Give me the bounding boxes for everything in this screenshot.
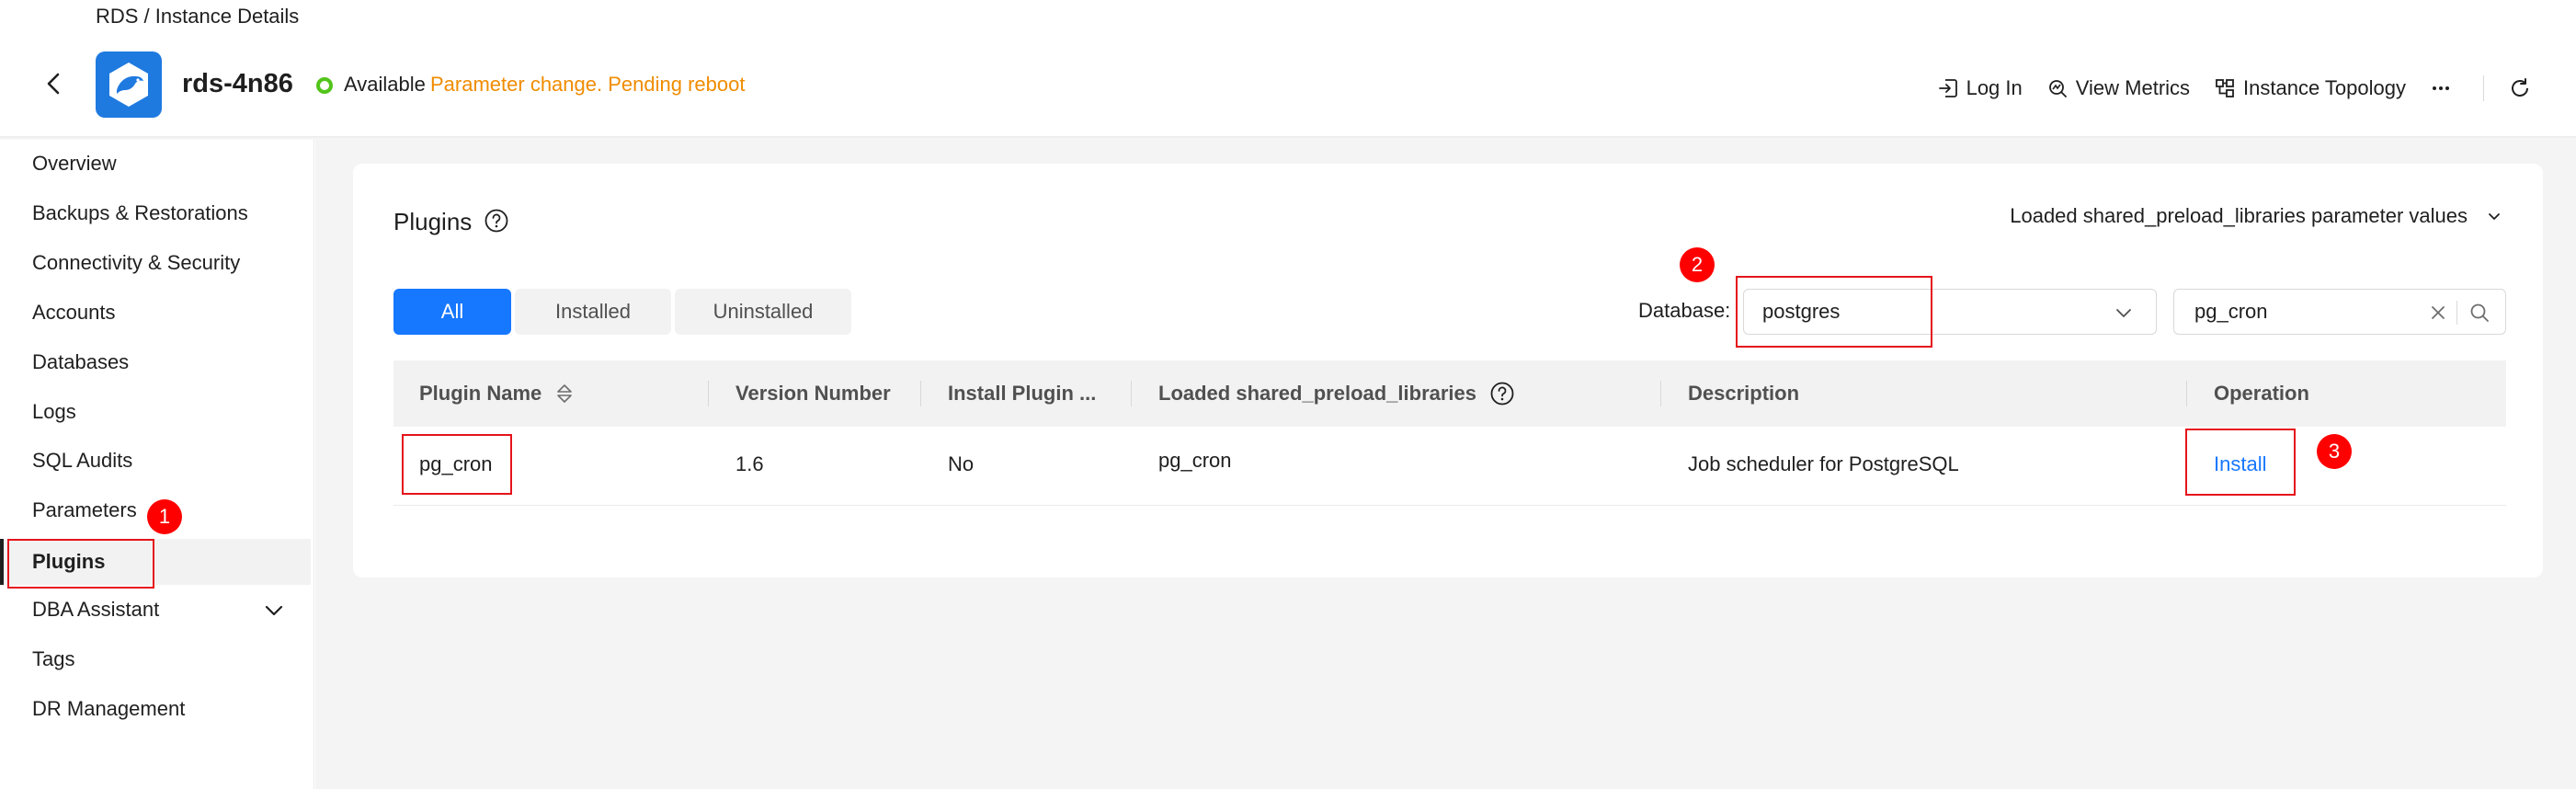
login-button[interactable]: Log In <box>1937 76 2023 100</box>
topology-icon <box>2216 79 2234 97</box>
search-value: pg_cron <box>2194 300 2268 323</box>
page-title: Plugins <box>393 208 473 235</box>
column-divider <box>708 381 709 406</box>
database-label: Database: <box>1638 299 1731 322</box>
shared-preload-dropdown[interactable]: Loaded shared_preload_libraries paramete… <box>2010 204 2502 228</box>
sidebar-item-connectivity[interactable]: Connectivity & Security <box>0 240 311 286</box>
instance-name: rds-4n86 <box>182 69 293 98</box>
annotation-box-install <box>2185 429 2296 496</box>
status-warning: Parameter change. Pending reboot <box>430 73 746 96</box>
install-plugin-cell: No <box>948 452 975 475</box>
sidebar-item-label: Parameters <box>32 498 137 521</box>
column-divider <box>1131 381 1132 406</box>
more-icon <box>2433 86 2449 90</box>
column-divider <box>2186 381 2187 406</box>
chevron-down-icon[interactable] <box>263 600 285 622</box>
col-loaded-libraries: Loaded shared_preload_libraries <box>1158 360 1515 427</box>
tab-all[interactable]: All <box>393 289 511 335</box>
search-divider <box>2456 301 2457 325</box>
help-icon[interactable] <box>484 208 509 234</box>
column-divider <box>920 381 921 406</box>
col-label: Plugin Name <box>419 382 542 405</box>
view-metrics-label: View Metrics <box>2075 76 2191 99</box>
annotation-badge-2: 2 <box>1680 247 1715 282</box>
sidebar-item-accounts[interactable]: Accounts <box>0 290 311 336</box>
refresh-button[interactable] <box>2508 76 2539 100</box>
col-operation: Operation <box>2214 382 2309 405</box>
sidebar-item-label: Backups & Restorations <box>32 201 248 224</box>
tab-installed[interactable]: Installed <box>515 289 671 335</box>
filter-tabs: All Installed Uninstalled <box>393 289 855 335</box>
sidebar-item-sql-audits[interactable]: SQL Audits <box>0 438 311 484</box>
header-divider <box>2483 75 2484 101</box>
annotation-box-database <box>1736 276 1932 348</box>
sidebar-item-label: SQL Audits <box>32 449 133 472</box>
instance-topology-label: Instance Topology <box>2243 76 2406 99</box>
sidebar-item-label: Overview <box>32 152 117 175</box>
login-icon <box>1938 79 1957 97</box>
header-actions: Log In View Metrics Instance Topology <box>1913 75 2539 101</box>
annotation-badge-3: 3 <box>2317 434 2352 469</box>
chevron-down-icon <box>2489 213 2500 220</box>
login-label: Log In <box>1966 76 2023 99</box>
rds-logo-icon <box>96 51 162 118</box>
table-header: Plugin Name Version Number Install Plugi… <box>393 360 2506 427</box>
sidebar: Overview Backups & Restorations Connecti… <box>0 140 314 789</box>
sidebar-item-label: Tags <box>32 647 75 670</box>
sidebar-item-label: Accounts <box>32 301 116 324</box>
sidebar-item-logs[interactable]: Logs <box>0 389 311 435</box>
view-metrics-button[interactable]: View Metrics <box>2046 76 2190 100</box>
status-ok-icon <box>316 77 333 94</box>
sidebar-item-label: Connectivity & Security <box>32 251 241 274</box>
status-text: Available <box>344 73 426 96</box>
col-label: Loaded shared_preload_libraries <box>1158 382 1477 405</box>
sidebar-item-label: Logs <box>32 400 76 423</box>
shared-preload-label: Loaded shared_preload_libraries paramete… <box>2010 204 2468 227</box>
clear-icon[interactable] <box>2428 303 2448 323</box>
version-cell: 1.6 <box>735 452 764 475</box>
more-button[interactable] <box>2430 77 2459 99</box>
col-version-number: Version Number <box>735 382 891 405</box>
help-icon[interactable] <box>1489 381 1515 406</box>
annotation-badge-1: 1 <box>147 499 182 534</box>
sidebar-item-tags[interactable]: Tags <box>0 636 311 682</box>
loaded-libraries-cell: pg_cron <box>1158 449 1232 472</box>
tab-uninstalled[interactable]: Uninstalled <box>675 289 851 335</box>
col-plugin-name[interactable]: Plugin Name <box>419 360 575 427</box>
sidebar-item-dba-assistant[interactable]: DBA Assistant <box>0 587 311 633</box>
annotation-box-plugins <box>7 539 154 589</box>
col-install-plugin: Install Plugin ... <box>948 382 1097 405</box>
sidebar-item-label: DR Management <box>32 697 186 720</box>
sidebar-item-dr-management[interactable]: DR Management <box>0 686 311 732</box>
sidebar-item-label: Databases <box>32 350 130 373</box>
sort-icon[interactable] <box>554 382 575 406</box>
sidebar-item-backups[interactable]: Backups & Restorations <box>0 190 311 236</box>
sidebar-item-databases[interactable]: Databases <box>0 339 311 385</box>
sidebar-item-label: DBA Assistant <box>32 598 160 621</box>
annotation-box-plugin-name <box>402 434 512 495</box>
breadcrumb[interactable]: RDS / Instance Details <box>96 5 299 29</box>
search-input[interactable]: pg_cron <box>2173 289 2506 335</box>
refresh-icon <box>2512 78 2528 97</box>
column-divider <box>1660 381 1661 406</box>
back-arrow-icon[interactable] <box>40 70 68 97</box>
col-description: Description <box>1688 382 1800 405</box>
metrics-icon <box>2048 80 2067 97</box>
sidebar-item-overview[interactable]: Overview <box>0 141 311 187</box>
description-cell: Job scheduler for PostgreSQL <box>1688 452 1959 475</box>
instance-topology-button[interactable]: Instance Topology <box>2214 76 2406 100</box>
search-icon[interactable] <box>2468 302 2491 324</box>
chevron-down-icon <box>2116 309 2131 317</box>
